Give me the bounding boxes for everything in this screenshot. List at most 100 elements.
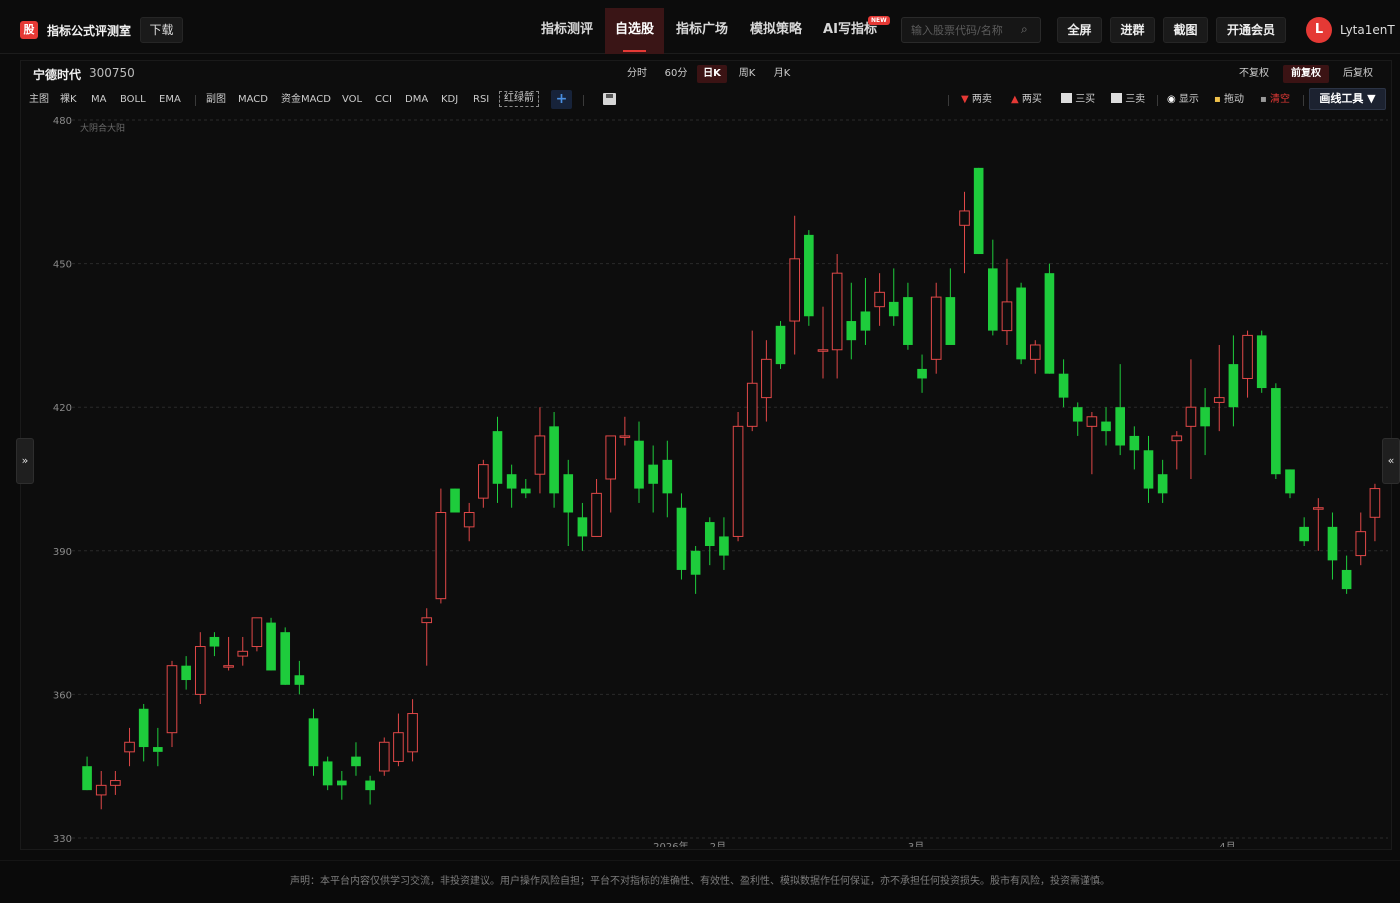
candle-body-up xyxy=(463,512,475,528)
x-tick-label: 2026年 xyxy=(653,840,688,847)
candle-body-down xyxy=(704,522,715,547)
show-label: 显示 xyxy=(1178,94,1199,105)
expand-right-button[interactable]: « xyxy=(1382,438,1400,484)
candle-body-down xyxy=(988,268,998,331)
indicator-boll[interactable]: BOLL xyxy=(120,93,146,107)
candle-body-down xyxy=(153,747,163,752)
period-monthly[interactable]: 月K xyxy=(768,65,796,83)
period-weekly[interactable]: 周K xyxy=(733,65,761,83)
indicator-naked-k[interactable]: 裸K xyxy=(60,93,77,107)
candle-body-down xyxy=(1115,407,1125,446)
screenshot-button[interactable]: 截图 xyxy=(1163,17,1208,43)
candle-body-down xyxy=(804,234,814,317)
app-name[interactable]: 指标公式评测室 xyxy=(47,22,131,39)
nav-indicator-review[interactable]: 指标测评 xyxy=(531,8,603,54)
nav-watchlist[interactable]: 自选股 xyxy=(605,8,664,54)
x-tick-label: 4月 xyxy=(1219,841,1235,847)
download-button[interactable]: 下载 xyxy=(140,17,183,43)
new-badge: NEW xyxy=(868,16,890,25)
candle-body-down xyxy=(917,368,927,379)
line-chart-icon xyxy=(1111,93,1122,103)
indicator-macd[interactable]: MACD xyxy=(238,93,268,107)
period-daily[interactable]: 日K xyxy=(697,65,727,83)
chart-annotation: 大阴合大阳 xyxy=(80,122,125,134)
candle-body-down xyxy=(1072,407,1083,422)
candle-body-down xyxy=(888,301,899,317)
indicator-ema[interactable]: EMA xyxy=(159,93,181,107)
username[interactable]: Lyta1enT xyxy=(1340,23,1395,37)
candle-body-up xyxy=(1213,397,1225,403)
drag-toggle[interactable]: ▪ 拖动 xyxy=(1214,93,1244,107)
y-tick-label: 390 xyxy=(53,547,72,558)
candle-body-up xyxy=(1313,507,1324,510)
indicator-fund-macd[interactable]: 资金MACD xyxy=(281,93,331,107)
adjust-backward[interactable]: 后复权 xyxy=(1336,65,1380,83)
candle-body-up xyxy=(619,435,631,438)
candle-body-up xyxy=(110,780,121,786)
three-buy-tool[interactable]: 三买 xyxy=(1061,93,1095,107)
indicator-dma[interactable]: DMA xyxy=(405,93,428,107)
divider xyxy=(1303,95,1304,106)
indicator-vol[interactable]: VOL xyxy=(342,93,362,107)
candle-body-up xyxy=(817,349,829,352)
membership-button[interactable]: 开通会员 xyxy=(1216,17,1286,43)
period-timeshare[interactable]: 分时 xyxy=(622,65,652,83)
candle-body-up xyxy=(95,784,107,796)
nav-indicator-square[interactable]: 指标广场 xyxy=(666,8,738,54)
avatar[interactable]: L xyxy=(1306,17,1332,43)
period-60min[interactable]: 60分 xyxy=(660,65,692,83)
two-buy-label: 两买 xyxy=(1021,94,1042,105)
candle-body-down xyxy=(1044,273,1055,374)
search-input[interactable] xyxy=(901,17,1041,43)
candle-body-up xyxy=(605,435,617,480)
divider xyxy=(948,95,949,106)
candle-body-down xyxy=(1157,474,1168,494)
nav-ai-write-indicator[interactable]: AI写指标 xyxy=(814,8,886,54)
search-icon[interactable]: ⌕ xyxy=(1021,22,1028,37)
candle-body-up xyxy=(237,650,249,657)
candle-body-down xyxy=(1271,388,1281,475)
indicator-rsi[interactable]: RSI xyxy=(473,93,489,107)
two-buy-tool[interactable]: ▲ 两买 xyxy=(1011,93,1042,107)
candle-body-down xyxy=(903,297,913,345)
divider xyxy=(583,95,584,106)
candle-body-down xyxy=(1341,569,1352,590)
join-group-button[interactable]: 进群 xyxy=(1110,17,1155,43)
adjust-none[interactable]: 不复权 xyxy=(1232,65,1276,83)
candle-body-down xyxy=(351,756,361,767)
add-indicator-button[interactable]: + xyxy=(551,90,572,109)
stock-name: 宁德时代 xyxy=(33,68,82,82)
top-bar: 股 指标公式评测室 下载 指标测评 自选股 指标广场 模拟策略 AI写指标 NE… xyxy=(0,0,1400,54)
candle-body-up xyxy=(1185,406,1197,427)
candle-body-up xyxy=(534,435,546,475)
candlestick-chart[interactable]: 480 450 420 390 360 330 大阴合大阳 2026年 2月 3月 4月 xyxy=(22,112,1388,847)
nav-simulated-strategy[interactable]: 模拟策略 xyxy=(740,8,812,54)
two-sell-tool[interactable]: ▼ 两卖 xyxy=(961,93,992,107)
candle-body-up xyxy=(1355,531,1367,557)
expand-left-button[interactable]: » xyxy=(16,438,34,484)
save-icon[interactable] xyxy=(603,93,616,105)
clear-button[interactable]: ▪ 清空 xyxy=(1260,93,1290,107)
candle-body-down xyxy=(322,761,333,786)
indicator-red-green-arrow[interactable]: 红绿箭 xyxy=(499,91,539,107)
candle-body-down xyxy=(1299,526,1309,542)
candle-body-down xyxy=(1016,287,1026,360)
candle-body-down xyxy=(520,488,531,494)
candle-body-down xyxy=(945,297,956,345)
fullscreen-button[interactable]: 全屏 xyxy=(1057,17,1102,43)
candle-body-up xyxy=(1242,334,1253,379)
candle-body-down xyxy=(846,321,857,341)
two-sell-label: 两卖 xyxy=(971,94,992,105)
candle-body-up xyxy=(393,732,404,762)
show-toggle[interactable]: ◉ 显示 xyxy=(1167,93,1199,107)
indicator-cci[interactable]: CCI xyxy=(375,93,392,107)
candle-body-down xyxy=(450,488,460,513)
three-sell-tool[interactable]: 三卖 xyxy=(1111,93,1145,107)
indicator-ma[interactable]: MA xyxy=(91,93,106,107)
drawing-tools-dropdown[interactable]: 画线工具 ▼ xyxy=(1309,88,1386,110)
candle-body-down xyxy=(280,632,291,685)
indicator-kdj[interactable]: KDJ xyxy=(441,93,458,107)
adjust-forward[interactable]: 前复权 xyxy=(1283,65,1329,83)
app-logo: 股 xyxy=(20,21,38,39)
trash-icon: ▪ xyxy=(1260,94,1267,105)
